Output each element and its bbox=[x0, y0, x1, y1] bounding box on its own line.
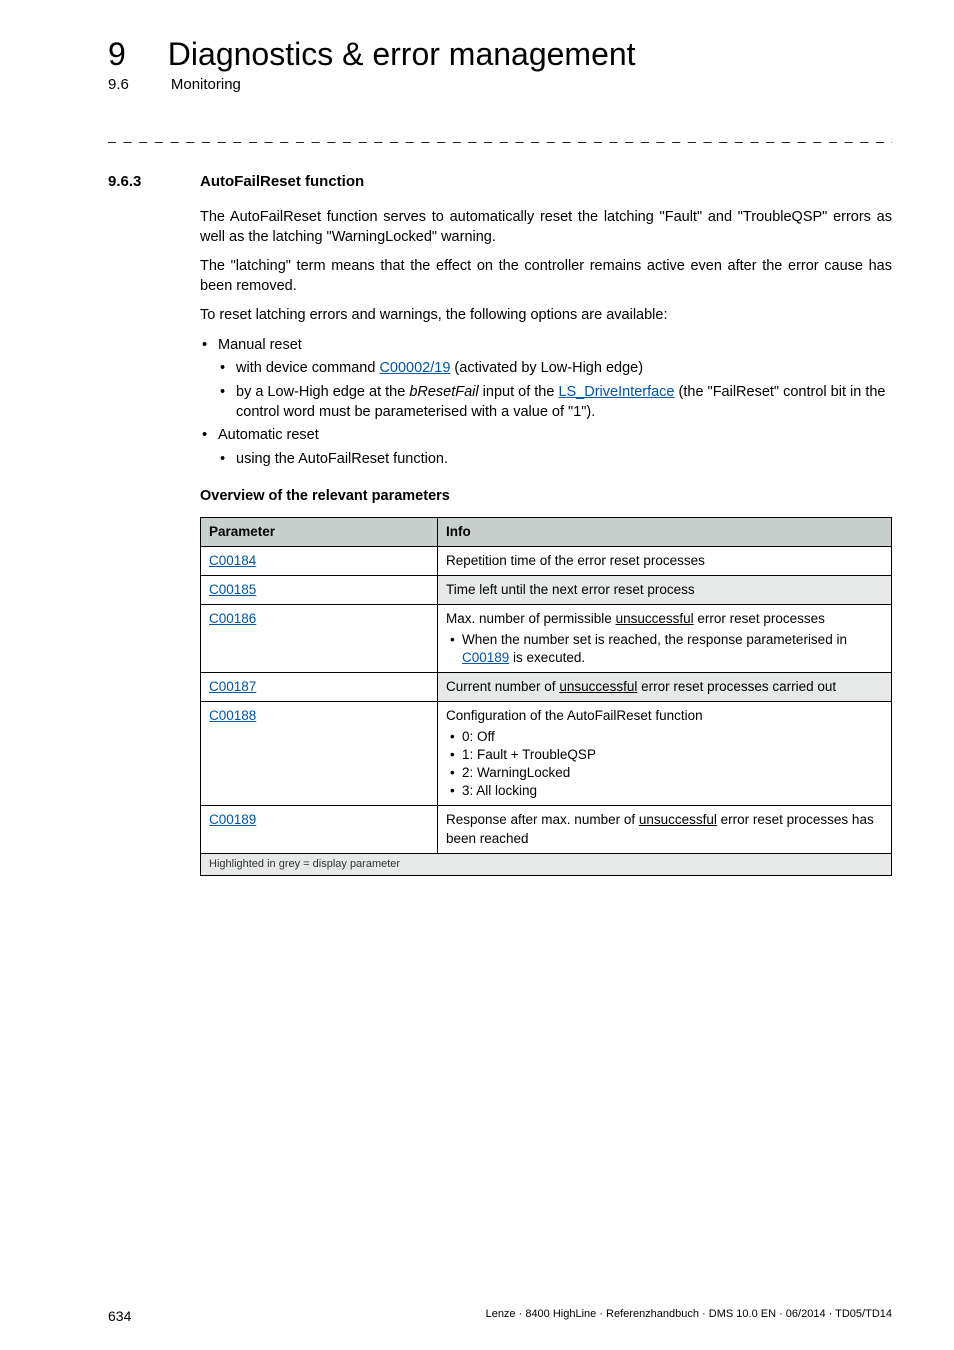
table-footnote-row: Highlighted in grey = display parameter bbox=[201, 853, 892, 875]
table-row: C00185 Time left until the next error re… bbox=[201, 576, 892, 605]
chapter-title: Diagnostics & error management bbox=[168, 38, 636, 70]
subsection-title: AutoFailReset function bbox=[200, 173, 364, 190]
document-info: Lenze · 8400 HighLine · Referenzhandbuch… bbox=[486, 1308, 892, 1324]
table-header-parameter: Parameter bbox=[201, 517, 438, 546]
text: with device command bbox=[236, 360, 379, 376]
list-item-label: Automatic reset bbox=[218, 427, 319, 443]
list-item-label: Manual reset bbox=[218, 337, 302, 353]
body-paragraph: The AutoFailReset function serves to aut… bbox=[200, 208, 892, 247]
text: error reset processes carried out bbox=[637, 679, 836, 694]
page-number: 634 bbox=[108, 1308, 131, 1324]
list-item: 0: Off bbox=[446, 728, 883, 746]
text: Response after max. number of bbox=[446, 812, 639, 827]
parameters-table: Parameter Info C00184 Repetition time of… bbox=[200, 517, 892, 876]
text: by a Low-High edge at the bbox=[236, 384, 409, 400]
list-item: When the number set is reached, the resp… bbox=[446, 631, 883, 667]
list-item: with device command C00002/19 (activated… bbox=[218, 359, 892, 379]
link-c00186[interactable]: C00186 bbox=[209, 611, 256, 626]
text: Max. number of permissible bbox=[446, 611, 616, 626]
table-cell-info: Max. number of permissible unsuccessful … bbox=[438, 605, 892, 673]
overview-heading: Overview of the relevant parameters bbox=[200, 487, 892, 507]
underline-text: unsuccessful bbox=[639, 812, 717, 827]
text: Configuration of the AutoFailReset funct… bbox=[446, 708, 703, 723]
text: When the number set is reached, the resp… bbox=[462, 632, 847, 647]
table-footnote: Highlighted in grey = display parameter bbox=[201, 853, 892, 875]
text: is executed. bbox=[509, 650, 585, 665]
text: error reset processes bbox=[694, 611, 825, 626]
chapter-number: 9 bbox=[108, 38, 126, 70]
table-row: C00187 Current number of unsuccessful er… bbox=[201, 673, 892, 702]
table-header-info: Info bbox=[438, 517, 892, 546]
table-cell-info: Repetition time of the error reset proce… bbox=[438, 546, 892, 575]
table-row: C00186 Max. number of permissible unsucc… bbox=[201, 605, 892, 673]
link-c00184[interactable]: C00184 bbox=[209, 553, 256, 568]
table-cell-info: Time left until the next error reset pro… bbox=[438, 576, 892, 605]
separator-dashes: _ _ _ _ _ _ _ _ _ _ _ _ _ _ _ _ _ _ _ _ … bbox=[108, 127, 892, 143]
link-c00189-inline[interactable]: C00189 bbox=[462, 650, 509, 665]
list-item: 3: All locking bbox=[446, 782, 883, 800]
section-number: 9.6 bbox=[108, 76, 129, 93]
list-item: by a Low-High edge at the bResetFail inp… bbox=[218, 383, 892, 422]
list-item: 1: Fault + TroubleQSP bbox=[446, 746, 883, 764]
italic-text: bResetFail bbox=[409, 384, 478, 400]
text: input of the bbox=[479, 384, 559, 400]
table-cell-info: Configuration of the AutoFailReset funct… bbox=[438, 702, 892, 806]
table-row: C00188 Configuration of the AutoFailRese… bbox=[201, 702, 892, 806]
table-cell-info: Current number of unsuccessful error res… bbox=[438, 673, 892, 702]
text: Current number of bbox=[446, 679, 559, 694]
link-ls-driveinterface[interactable]: LS_DriveInterface bbox=[558, 384, 674, 400]
subsection-number: 9.6.3 bbox=[108, 173, 158, 190]
list-item: Manual reset with device command C00002/… bbox=[200, 336, 892, 422]
list-item: 2: WarningLocked bbox=[446, 764, 883, 782]
underline-text: unsuccessful bbox=[616, 611, 694, 626]
table-cell-info: Response after max. number of unsuccessf… bbox=[438, 806, 892, 853]
section-title: Monitoring bbox=[171, 76, 241, 93]
link-c00185[interactable]: C00185 bbox=[209, 582, 256, 597]
list-item: using the AutoFailReset function. bbox=[218, 450, 892, 470]
list-item: Automatic reset using the AutoFailReset … bbox=[200, 426, 892, 469]
link-c00189[interactable]: C00189 bbox=[209, 812, 256, 827]
table-row: C00189 Response after max. number of uns… bbox=[201, 806, 892, 853]
text: (activated by Low-High edge) bbox=[450, 360, 643, 376]
table-row: C00184 Repetition time of the error rese… bbox=[201, 546, 892, 575]
body-paragraph: To reset latching errors and warnings, t… bbox=[200, 306, 892, 326]
underline-text: unsuccessful bbox=[559, 679, 637, 694]
link-c00187[interactable]: C00187 bbox=[209, 679, 256, 694]
link-c00002-19[interactable]: C00002/19 bbox=[379, 360, 450, 376]
link-c00188[interactable]: C00188 bbox=[209, 708, 256, 723]
body-paragraph: The "latching" term means that the effec… bbox=[200, 257, 892, 296]
